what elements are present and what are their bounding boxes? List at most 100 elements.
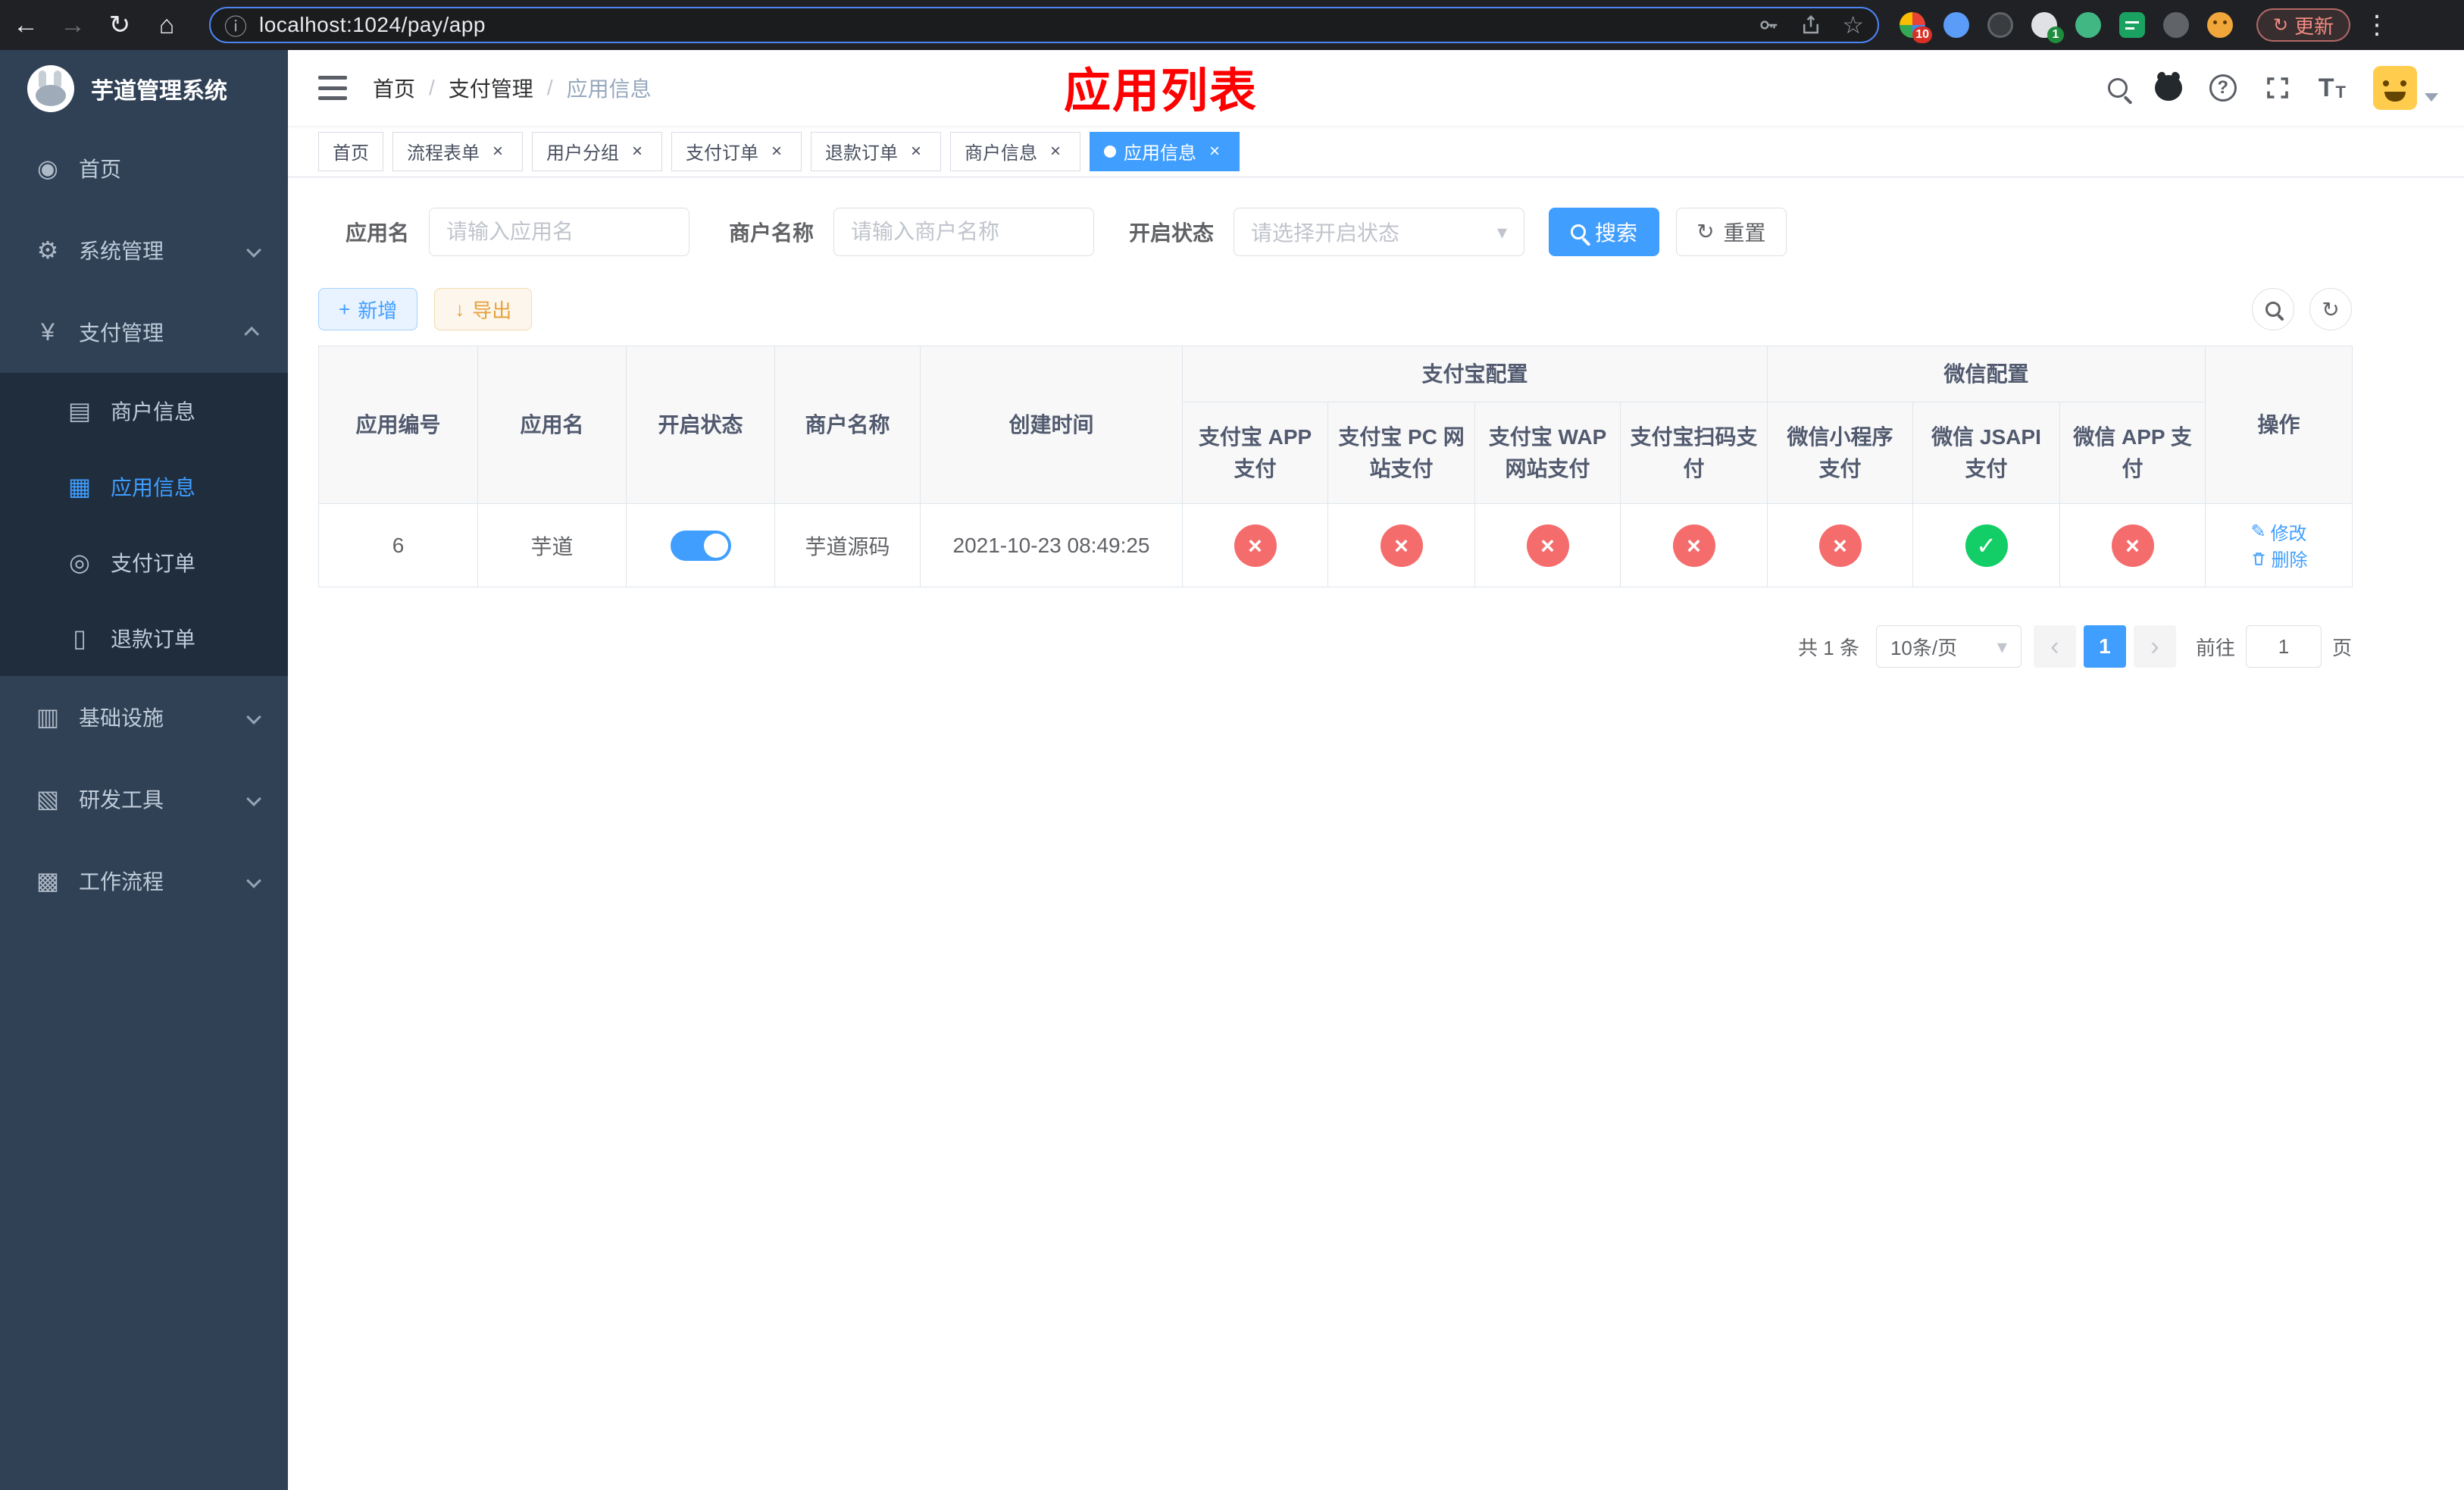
sidebar-item-system[interactable]: ⚙ 系统管理 — [0, 209, 288, 291]
header-search-icon[interactable] — [2107, 78, 2128, 98]
page-unit-label: 页 — [2331, 636, 2352, 659]
browser-back-icon[interactable]: ← — [9, 8, 42, 42]
browser-home-icon[interactable]: ⌂ — [150, 8, 183, 42]
sidebar-item-app-info[interactable]: ▦ 应用信息 — [0, 449, 288, 524]
app-logo[interactable]: 芋道管理系统 — [0, 50, 288, 127]
close-icon[interactable]: × — [766, 141, 787, 162]
gear-icon: ⚙ — [36, 236, 59, 264]
sidebar-item-label: 首页 — [79, 158, 122, 181]
sidebar-item-home[interactable]: ◉ 首页 — [0, 127, 288, 209]
cell-alipay-wap: × — [1474, 503, 1621, 587]
font-size-small-glyph: T — [2335, 83, 2346, 102]
breadcrumb-home[interactable]: 首页 — [373, 73, 415, 103]
add-button[interactable]: + 新增 — [318, 288, 418, 330]
tab-user-group[interactable]: 用户分组 × — [532, 131, 662, 171]
close-icon[interactable]: × — [1045, 141, 1066, 162]
app-frame: 芋道管理系统 ◉ 首页 ⚙ 系统管理 ¥ 支付管理 ▤ 商户信息 ▦ 应用信息 … — [0, 50, 2464, 1490]
navbar-actions: ? T T — [2107, 66, 2438, 110]
extension-avatar-icon[interactable]: 1 — [2028, 8, 2064, 43]
sidebar-item-dev-tools[interactable]: ▧ 研发工具 — [0, 758, 288, 840]
yen-icon: ¥ — [41, 318, 55, 346]
prev-page-button[interactable]: ‹ — [2033, 625, 2076, 668]
user-caret-icon — [2425, 92, 2438, 102]
github-icon[interactable] — [2154, 75, 2182, 101]
col-wechat-mini: 微信小程序支付 — [1767, 402, 1914, 504]
extension-drop-icon[interactable] — [1940, 8, 1973, 42]
page-number-1[interactable]: 1 — [2083, 625, 2126, 668]
col-alipay-app: 支付宝 APP 支付 — [1182, 402, 1328, 504]
browser-refresh-icon[interactable]: ↻ — [103, 8, 136, 42]
tab-refund-order[interactable]: 退款订单 × — [811, 131, 941, 171]
sidebar-item-refund-order[interactable]: ▯ 退款订单 — [0, 600, 288, 676]
merchant-name-label: 商户名称 — [729, 221, 815, 245]
search-button[interactable]: 搜索 — [1549, 208, 1660, 256]
next-page-button[interactable]: › — [2133, 625, 2176, 668]
extension-face-icon[interactable] — [2203, 8, 2237, 42]
close-icon[interactable]: × — [905, 141, 927, 162]
logo-rabbit-icon — [27, 65, 74, 112]
status-select[interactable]: 请选择开启状态 ▾ — [1234, 208, 1525, 256]
sidebar-item-infra[interactable]: ▥ 基础设施 — [0, 676, 288, 758]
breadcrumb-payment[interactable]: 支付管理 — [449, 73, 533, 103]
toggle-search-button[interactable] — [2252, 288, 2294, 330]
app-table: 应用编号 应用名 开启状态 商户名称 创建时间 支付宝配置 微信配置 操作 支付… — [318, 346, 2353, 587]
document-icon: ▯ — [73, 624, 86, 652]
user-menu[interactable] — [2373, 66, 2438, 110]
tab-merchant-info[interactable]: 商户信息 × — [950, 131, 1080, 171]
refresh-icon: ↻ — [2322, 297, 2340, 321]
bookmark-star-icon[interactable]: ☆ — [1842, 11, 1864, 39]
close-icon[interactable]: × — [627, 141, 648, 162]
help-icon[interactable]: ? — [2209, 74, 2237, 102]
merchant-name-input[interactable] — [833, 208, 1095, 256]
delete-link[interactable]: 删除 — [2250, 545, 2308, 571]
fullscreen-icon[interactable] — [2264, 74, 2291, 102]
share-icon[interactable] — [1800, 14, 1822, 36]
refresh-table-button[interactable]: ↻ — [2309, 288, 2352, 330]
edit-link[interactable]: ✎ 修改 — [2250, 518, 2306, 545]
chevron-down-icon — [246, 873, 261, 888]
breadcrumb-separator: / — [546, 76, 553, 99]
browser-menu-dots-icon[interactable]: ⋮ — [2364, 10, 2390, 40]
goto-label: 前往 — [2195, 636, 2235, 659]
address-bar[interactable]: ⓘ localhost:1024/pay/app ☆ — [209, 7, 1879, 43]
export-button[interactable]: ↓ 导出 — [434, 288, 533, 330]
check-status-icon: ✓ — [1965, 524, 2008, 567]
chevron-down-icon — [246, 791, 261, 806]
extension-notes-icon[interactable] — [2115, 8, 2149, 42]
sidebar-item-payment[interactable]: ¥ 支付管理 — [0, 291, 288, 373]
chevron-up-icon — [244, 326, 260, 342]
plus-icon: + — [339, 298, 351, 321]
tab-pay-order[interactable]: 支付订单 × — [671, 131, 802, 171]
page-content: 应用名 商户名称 开启状态 请选择开启状态 ▾ 搜索 ↻ 重置 — [288, 177, 2464, 1490]
close-icon[interactable]: × — [487, 141, 508, 162]
sidebar-item-workflow[interactable]: ▩ 工作流程 — [0, 840, 288, 922]
col-wechat-app: 微信 APP 支付 — [2059, 402, 2206, 504]
password-key-icon[interactable] — [1757, 14, 1780, 36]
reset-button[interactable]: ↻ 重置 — [1676, 208, 1787, 256]
tab-home[interactable]: 首页 — [318, 131, 383, 171]
font-size-icon[interactable]: T T — [2319, 75, 2346, 101]
sidebar-toggle-icon[interactable] — [318, 76, 347, 100]
close-icon[interactable]: × — [1204, 141, 1225, 162]
sidebar-item-pay-order[interactable]: ◎ 支付订单 — [0, 524, 288, 600]
site-info-icon[interactable]: ⓘ — [224, 8, 247, 42]
page-size-select[interactable]: 10条/页 ▾ — [1875, 625, 2022, 668]
sidebar-item-merchant-info[interactable]: ▤ 商户信息 — [0, 373, 288, 449]
browser-forward-icon[interactable]: → — [56, 8, 89, 42]
extension-generic-icon[interactable]: 10 — [1896, 8, 1932, 43]
goto-page-input[interactable] — [2245, 625, 2322, 668]
extension-pin-icon[interactable] — [2159, 8, 2193, 42]
search-icon — [1571, 224, 1587, 239]
box-icon: ▩ — [36, 867, 60, 894]
cell-wechat-jsapi: ✓ — [1912, 503, 2061, 587]
extension-dark-icon[interactable] — [1984, 8, 2017, 42]
breadcrumb: 首页 / 支付管理 / 应用信息 — [373, 73, 652, 103]
chrome-update-button[interactable]: ↻ 更新 — [2256, 8, 2351, 42]
payment-submenu: ▤ 商户信息 ▦ 应用信息 ◎ 支付订单 ▯ 退款订单 — [0, 373, 288, 676]
app-name-input[interactable] — [429, 208, 690, 256]
extension-vue-icon[interactable] — [2072, 8, 2105, 42]
status-toggle[interactable] — [670, 530, 731, 561]
col-actions: 操作 — [2205, 346, 2353, 504]
tab-app-info[interactable]: 应用信息 × — [1090, 131, 1240, 171]
tab-process-form[interactable]: 流程表单 × — [392, 131, 523, 171]
